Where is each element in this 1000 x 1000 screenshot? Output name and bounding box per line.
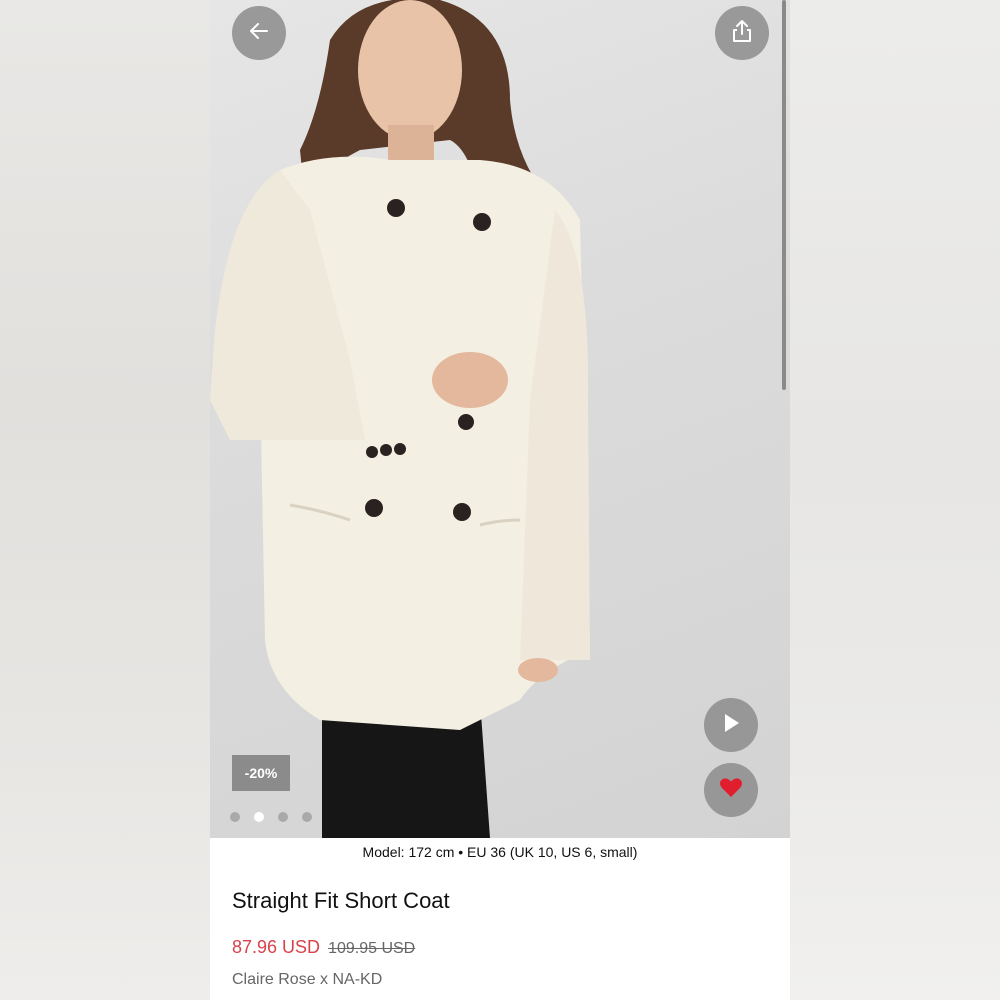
- favorite-button[interactable]: [704, 763, 758, 817]
- current-price: 87.96 USD: [232, 937, 321, 957]
- price-row: 87.96 USD 109.95 USD: [232, 937, 415, 958]
- brand-name[interactable]: Claire Rose x NA-KD: [232, 971, 382, 989]
- original-price: 109.95 USD: [328, 940, 416, 957]
- pagination-dot[interactable]: [302, 812, 312, 822]
- gallery-pagination: [230, 812, 312, 822]
- product-title: Straight Fit Short Coat: [232, 888, 450, 913]
- background-right: [790, 0, 1000, 1000]
- pagination-dot[interactable]: [230, 812, 240, 822]
- discount-badge: -20%: [232, 755, 290, 791]
- pagination-dot[interactable]: [278, 812, 288, 822]
- heart-icon: [719, 777, 743, 804]
- model-size-info: Model: 172 cm • EU 36 (UK 10, US 6, smal…: [362, 844, 638, 860]
- back-button[interactable]: [232, 6, 286, 60]
- product-photo-illustration: [210, 0, 590, 838]
- product-image[interactable]: -20%: [210, 0, 790, 838]
- play-video-button[interactable]: [704, 698, 758, 752]
- pagination-dot-active[interactable]: [254, 812, 264, 822]
- image-scrollbar[interactable]: [782, 0, 786, 390]
- product-screen: -20% Model: 172 cm • EU 36 (UK 10, US 6,…: [210, 0, 790, 1000]
- play-icon: [721, 712, 741, 739]
- background-left: [0, 0, 210, 1000]
- share-button[interactable]: [715, 6, 769, 60]
- arrow-left-icon: [248, 20, 270, 47]
- share-icon: [731, 19, 753, 48]
